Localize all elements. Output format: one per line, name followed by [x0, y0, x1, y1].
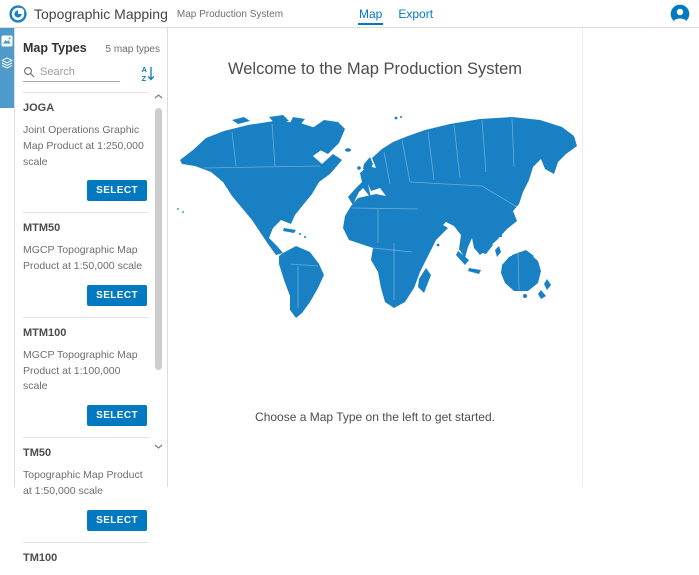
app-subtitle: Map Production System [177, 9, 283, 20]
scrollbar-thumb[interactable] [155, 108, 162, 370]
tab-export[interactable]: Export [397, 0, 434, 27]
app-header: Topographic Mapping Map Production Syste… [0, 0, 699, 28]
tab-map[interactable]: Map [358, 0, 383, 27]
chevron-down-icon[interactable] [153, 440, 164, 452]
svg-text:A: A [142, 65, 148, 74]
map-type-description: MGCP Topographic Map Product at 1:50,000… [23, 243, 145, 275]
map-types-panel: Map Types 5 map types A Z [15, 28, 168, 487]
map-type-item: TM100 [23, 542, 149, 575]
main-area: Welcome to the Map Production System [168, 28, 699, 487]
account-icon[interactable] [670, 4, 690, 24]
map-type-item: TM50 Topographic Map Product at 1:50,000 … [23, 437, 149, 542]
continent-australia [501, 252, 541, 291]
tool-strip-active-group [0, 28, 14, 108]
map-types-header: Map Types 5 map types [23, 41, 160, 55]
map-type-name: MTM100 [23, 327, 149, 339]
instruction-text: Choose a Map Type on the left to get sta… [255, 410, 495, 424]
select-button[interactable]: SELECT [87, 285, 147, 306]
header-tabs: Map Export [358, 0, 434, 27]
panel-title: Map Types [23, 41, 87, 55]
app-body: Map Types 5 map types A Z [0, 28, 699, 487]
search-box [23, 66, 120, 82]
tool-strip [0, 28, 15, 487]
map-type-item: MTM50 MGCP Topographic Map Product at 1:5… [23, 212, 149, 317]
app-window: Topographic Mapping Map Production Syste… [0, 0, 699, 487]
map-type-description: Topographic Map Product at 1:50,000 scal… [23, 468, 145, 500]
select-button[interactable]: SELECT [87, 510, 147, 531]
select-button[interactable]: SELECT [87, 180, 147, 201]
main-right-spacer [583, 28, 699, 487]
app-title: Topographic Mapping [34, 6, 168, 22]
map-type-name: TM100 [23, 552, 149, 564]
svg-text:Z: Z [142, 74, 147, 82]
sidebar-scrollbar[interactable] [153, 90, 164, 452]
chevron-up-icon[interactable] [153, 90, 164, 102]
map-type-item: JOGA Joint Operations Graphic Map Product… [23, 92, 149, 212]
map-type-name: TM50 [23, 447, 149, 459]
main-content: Welcome to the Map Production System [168, 28, 583, 487]
layers-icon[interactable] [1, 57, 13, 69]
map-type-name: MTM50 [23, 222, 149, 234]
search-input[interactable] [40, 66, 116, 78]
map-type-description: Joint Operations Graphic Map Product at … [23, 123, 145, 170]
a-z-sort-icon[interactable]: A Z [141, 65, 155, 82]
map-type-name: JOGA [23, 102, 149, 114]
continent-south-america [279, 246, 324, 318]
map-type-list: JOGA Joint Operations Graphic Map Product… [23, 92, 149, 575]
map-image-icon[interactable] [1, 35, 13, 47]
globe-logo-icon [9, 5, 27, 23]
world-map-image [172, 112, 579, 325]
map-type-item: MTM100 MGCP Topographic Map Product at 1:… [23, 317, 149, 437]
map-type-count: 5 map types [106, 44, 160, 55]
search-icon [23, 66, 35, 78]
welcome-heading: Welcome to the Map Production System [228, 60, 522, 79]
map-type-description: MGCP Topographic Map Product at 1:100,00… [23, 348, 145, 395]
select-button[interactable]: SELECT [87, 405, 147, 426]
search-row: A Z [23, 65, 167, 82]
